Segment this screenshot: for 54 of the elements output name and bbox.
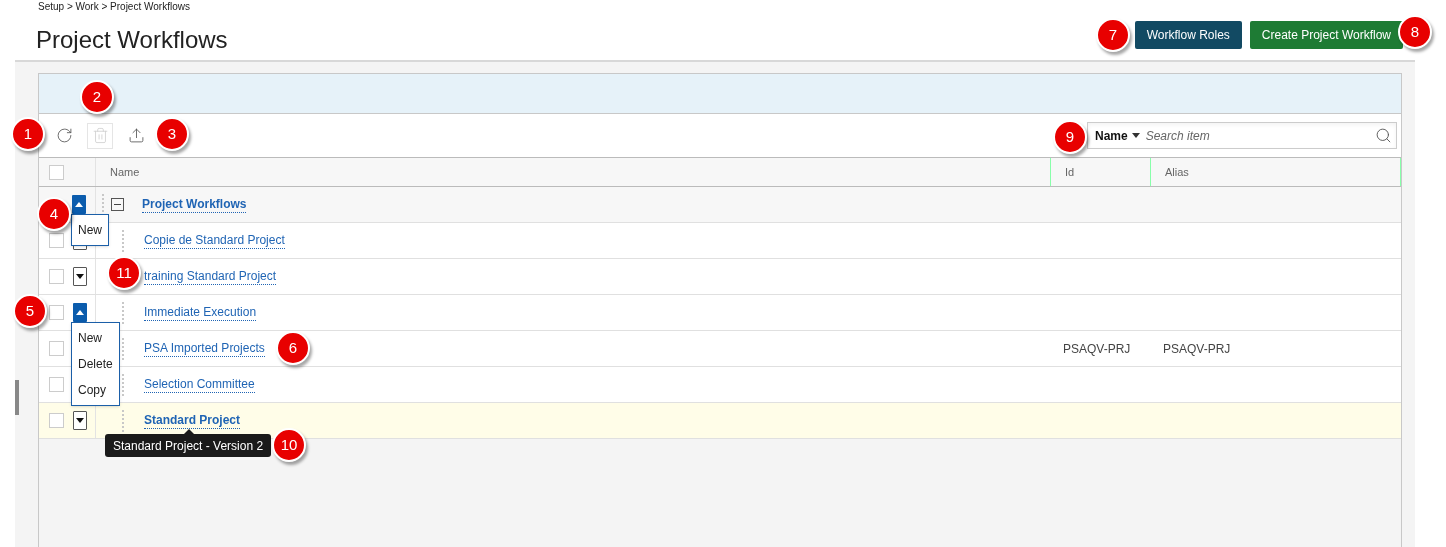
search-filter-dropdown[interactable]: Name [1095,126,1140,145]
workflow-link[interactable]: training Standard Project [144,268,277,285]
search-input[interactable]: Search item [1145,126,1375,145]
tooltip-arrow [184,429,194,434]
row-menu-toggle[interactable] [73,267,87,286]
callout-marker: 8 [1398,15,1432,49]
roles-button[interactable]: Workflow Roles [1134,21,1242,49]
workflow-link[interactable]: Selection Committee [144,376,255,393]
column-header[interactable]: Alias [1165,163,1189,181]
breadcrumb: Setup > Work > Project Workflows [38,1,191,13]
drag-handle-icon[interactable] [122,337,125,360]
caret-up-icon [76,310,84,315]
caret-down-icon [1131,133,1140,138]
row-checkbox[interactable] [49,377,64,392]
drag-handle-icon[interactable] [122,373,125,396]
drag-handle-icon[interactable] [122,409,125,432]
trash-icon [91,127,109,144]
drag-handle-icon[interactable] [122,301,125,324]
refresh-icon [55,127,73,144]
alias-cell-text: PSAQV-PRJ [1163,340,1231,358]
drag-handle-icon[interactable] [122,229,125,252]
column-header[interactable]: Id [1065,163,1075,181]
row-checkbox[interactable] [49,233,64,248]
column-header[interactable]: Name [110,163,140,181]
minus-icon [114,201,121,208]
search-field[interactable]: Name Search item [1087,122,1397,149]
menu-item[interactable]: New [72,217,108,243]
row-menu-toggle[interactable] [73,303,87,322]
workflow-link[interactable]: Copie de Standard Project [144,232,285,249]
workflow-link[interactable]: Immediate Execution [144,304,257,321]
row-checkbox[interactable] [49,269,64,284]
workflow-link[interactable]: Standard Project [144,412,241,429]
caret-down-icon [76,418,84,423]
row-menu-toggle[interactable] [72,195,86,214]
select-all-checkbox[interactable] [49,164,64,180]
row-menu-toggle[interactable] [73,411,87,430]
menu-item[interactable]: Delete [72,351,119,377]
caret-down-icon [76,274,84,279]
row-checkbox[interactable] [49,341,64,356]
upload-icon [127,127,145,144]
collapse-toggle[interactable] [111,198,124,211]
workflow-link[interactable]: Project Workflows [142,196,247,213]
callout-marker: 7 [1096,18,1130,52]
splitter-handle[interactable] [15,380,19,415]
id-cell-text: PSAQV-PRJ [1063,340,1131,358]
page-title: Project Workflows [36,26,228,54]
search-icon [1375,127,1392,144]
workflow-link[interactable]: PSA Imported Projects [144,340,265,357]
row-checkbox[interactable] [49,305,64,320]
caret-up-icon [75,202,83,207]
create-button[interactable]: Create Project Workflow [1249,21,1403,49]
menu-item[interactable]: New [72,325,119,351]
row-checkbox[interactable] [49,413,64,428]
menu-item[interactable]: Copy [72,377,119,403]
